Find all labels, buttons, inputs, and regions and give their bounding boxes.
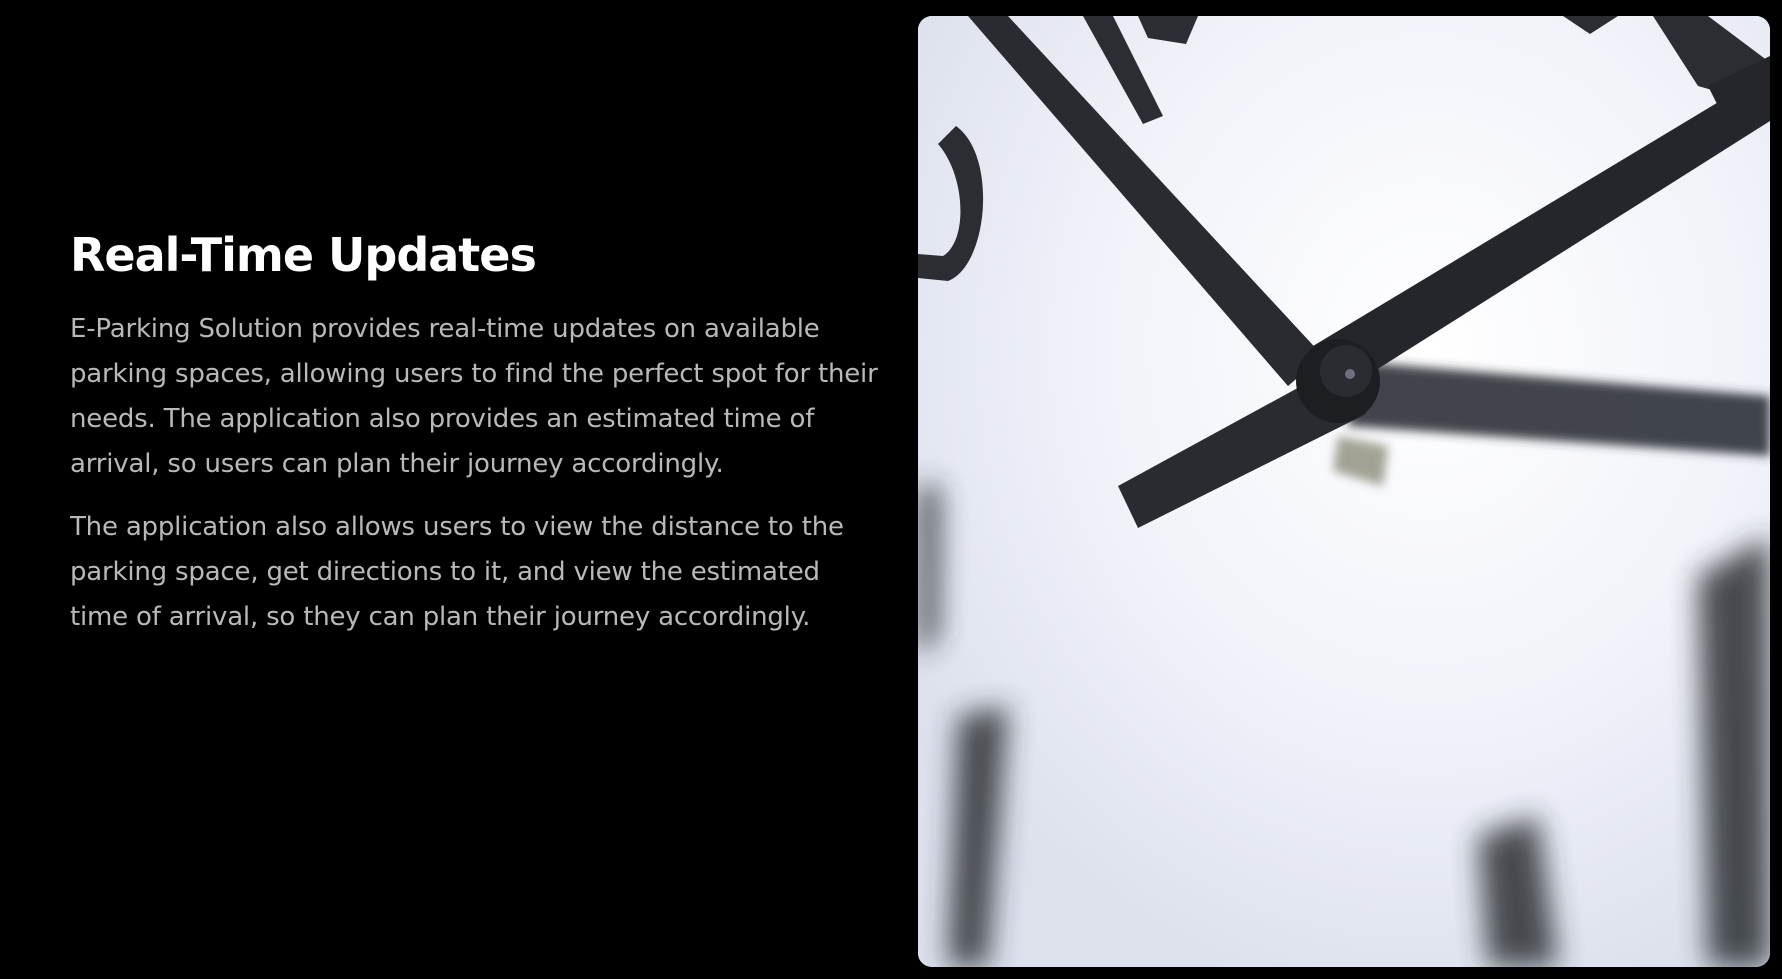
section-heading: Real-Time Updates: [70, 228, 537, 282]
section-paragraph-1: E-Parking Solution provides real-time up…: [70, 314, 878, 480]
feature-text-column: Real-Time Updates E-Parking Solution pro…: [70, 228, 880, 658]
feature-section: Real-Time Updates E-Parking Solution pro…: [0, 0, 1782, 979]
clock-image: [918, 16, 1770, 967]
section-paragraph-2: The application also allows users to vie…: [70, 512, 844, 633]
clock-illustration: [918, 16, 1770, 967]
